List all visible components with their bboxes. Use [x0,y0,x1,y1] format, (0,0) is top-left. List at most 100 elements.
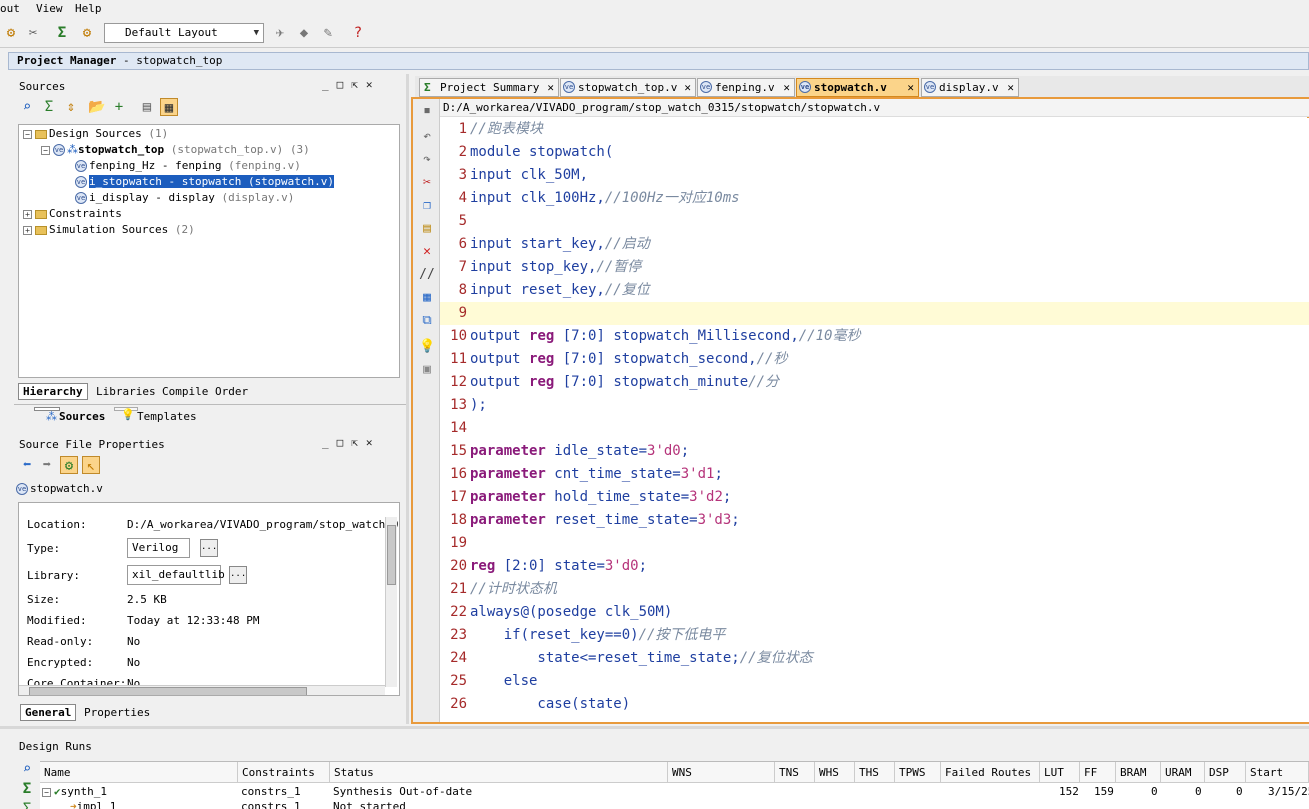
tab-libraries[interactable]: Libraries [92,384,160,399]
tab-compile-order[interactable]: Compile Order [158,384,252,399]
library-field[interactable]: xil_defaultlib [127,565,225,585]
code-line[interactable]: 24 state<=reset_time_state;//复位状态 [440,647,1309,670]
menu-view[interactable]: View [36,2,63,15]
tab-hierarchy[interactable]: Hierarchy [18,383,88,400]
code-line[interactable]: 11 output reg [7:0] stopwatch_second,//秒 [440,348,1309,371]
paste-icon[interactable]: ▤ [419,221,435,237]
code-line[interactable]: 21//计时状态机 [440,578,1309,601]
diamond-icon[interactable]: ◆ [295,24,313,42]
code-line[interactable]: 6 input start_key,//启动 [440,233,1309,256]
code-line[interactable]: 23 if(reset_key==0)//按下低电平 [440,624,1309,647]
template-icon[interactable]: ▣ [419,362,435,378]
col-wns[interactable]: WNS [668,762,775,783]
col-lut[interactable]: LUT [1040,762,1080,783]
table-row[interactable]: − ✔synth_1 [42,785,107,798]
tab-stopwatch-top[interactable]: ve stopwatch_top.v ✕ [560,78,696,97]
add-source-icon[interactable]: 📂 [88,98,106,116]
code-line[interactable]: 14 [440,417,1309,440]
code-line[interactable]: 17 parameter hold_time_state=3'd2; [440,486,1309,509]
lightbulb-icon[interactable]: 💡 [419,339,435,355]
code-line[interactable]: 18 parameter reset_time_state=3'd3; [440,509,1309,532]
tab-fenping[interactable]: ve fenping.v ✕ [697,78,795,97]
close-icon[interactable]: ✕ [783,79,790,96]
col-constraints[interactable]: Constraints [238,762,330,783]
col-whs[interactable]: WHS [815,762,855,783]
code-line[interactable]: 25 else [440,670,1309,693]
collapse-icon[interactable]: − [23,129,32,139]
sigma-icon[interactable]: Σ [53,24,71,42]
col-tns[interactable]: TNS [775,762,815,783]
col-bram[interactable]: BRAM [1116,762,1161,783]
code-line[interactable]: 8 input reset_key,//复位 [440,279,1309,302]
code-line[interactable]: 10 output reg [7:0] stopwatch_Millisecond… [440,325,1309,348]
menu-layout[interactable]: out [0,2,20,15]
comment-icon[interactable]: // [419,267,435,283]
delete-icon[interactable]: ✕ [419,244,435,260]
collapse-all-icon[interactable]: Σ [18,780,36,798]
close-icon[interactable]: ✕ [684,79,691,96]
settings-icon[interactable]: ⚙ [2,24,20,42]
tree-item-simulation-sources[interactable]: + Simulation Sources (2) [23,222,195,238]
type-browse-button[interactable]: ... [200,539,218,557]
code-line[interactable]: 4 input clk_100Hz,//100Hz一对应10ms [440,187,1309,210]
vertical-scrollbar[interactable] [385,517,397,687]
tab-display[interactable]: ve display.v ✕ [921,78,1019,97]
copy-icon[interactable]: ❐ [419,198,435,214]
tree-item-fenping[interactable]: ve fenping_Hz - fenping (fenping.v) [75,158,301,174]
library-browse-button[interactable]: ... [229,566,247,584]
col-failed-routes[interactable]: Failed Routes [941,762,1040,783]
select-icon[interactable]: ↖ [82,456,100,474]
code-line[interactable]: 2 module stopwatch( [440,141,1309,164]
tree-item-design-sources[interactable]: − Design Sources (1) [23,126,168,142]
menu-help[interactable]: Help [75,2,102,15]
sources-window-controls[interactable]: _□⇱✕ [322,78,381,91]
close-icon[interactable]: ✕ [907,79,914,96]
code-line[interactable]: 5 [440,210,1309,233]
redo-icon[interactable]: ↷ [419,152,435,168]
collapse-icon[interactable]: − [41,145,50,155]
code-editor[interactable]: 1//跑表模块 2 module stopwatch(3 input clk_50M,… [440,118,1309,722]
code-line[interactable]: 3 input clk_50M, [440,164,1309,187]
indent-icon[interactable]: ⧉ [419,313,435,329]
close-icon[interactable]: ✕ [547,79,554,96]
tab-stopwatch[interactable]: ve stopwatch.v ✕ [796,78,919,97]
code-line[interactable]: 15 parameter idle_state=3'd0; [440,440,1309,463]
layout-select[interactable]: Default Layout ▼ [104,23,264,43]
table-row[interactable]: ➜impl_1 [70,800,116,809]
sfp-window-controls[interactable]: _□⇱✕ [322,436,381,449]
add-files-icon[interactable]: + [110,98,128,116]
properties-icon[interactable]: ▦ [160,98,178,116]
expand-icon[interactable]: + [23,225,32,235]
pin-icon[interactable]: ✈ [271,24,289,42]
forward-arrow-icon[interactable]: ➡ [38,456,56,474]
code-line[interactable]: 19 [440,532,1309,555]
expand-all-icon[interactable]: ⇕ [62,98,80,116]
tools-icon[interactable]: ✂ [24,24,42,42]
code-line[interactable]: 9 [440,302,1309,325]
search-icon[interactable]: ⌕ [18,760,36,778]
code-line[interactable]: 1//跑表模块 [440,118,1309,141]
collapse-all-icon[interactable]: Σ [40,98,58,116]
horizontal-splitter[interactable] [0,726,1309,729]
col-ff[interactable]: FF [1080,762,1116,783]
col-tpws[interactable]: TPWS [895,762,941,783]
tree-item-display[interactable]: ve i_display - display (display.v) [75,190,294,206]
vertical-splitter[interactable] [406,74,409,724]
tree-item-stopwatch[interactable]: ve i_stopwatch - stopwatch (stopwatch.v) [75,174,335,190]
tab-general[interactable]: General [20,704,77,721]
col-uram[interactable]: URAM [1161,762,1205,783]
auto-update-icon[interactable]: ⚙ [60,456,78,474]
block-select-icon[interactable]: ▦ [419,290,435,306]
code-line[interactable]: 12 output reg [7:0] stopwatch_minute//分 [440,371,1309,394]
col-dsp[interactable]: DSP [1205,762,1246,783]
scrollbar-thumb[interactable] [29,687,307,695]
type-field[interactable]: Verilog [127,538,190,558]
code-line[interactable]: 22 always@(posedge clk_50M) [440,601,1309,624]
tree-item-constraints[interactable]: + Constraints [23,206,122,222]
col-ths[interactable]: THS [855,762,895,783]
cut-icon[interactable]: ✂ [419,175,435,191]
document-icon[interactable]: ▤ [138,98,156,116]
tree-item-stopwatch-top[interactable]: − ve ⁂stopwatch_top (stopwatch_top.v) (3) [41,142,310,158]
tab-properties[interactable]: Properties [80,705,154,720]
horizontal-scrollbar[interactable] [19,685,385,695]
